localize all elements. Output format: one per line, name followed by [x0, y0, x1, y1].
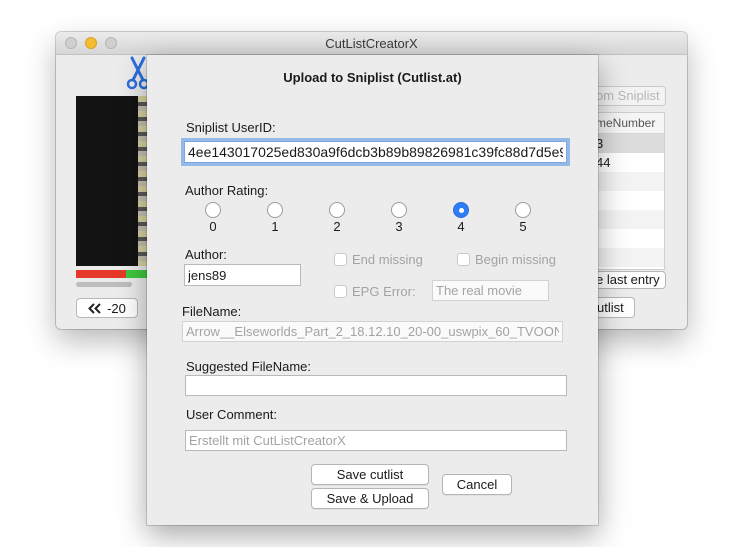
load-from-sniplist-button[interactable]: om Sniplist [596, 86, 666, 106]
table-row[interactable]: 44 [596, 153, 664, 172]
userid-label: Sniplist UserID: [186, 120, 276, 135]
rating-5-label: 5 [519, 219, 527, 234]
video-preview[interactable] [76, 96, 148, 266]
author-rating-label: Author Rating: [185, 183, 269, 198]
dialog-title: Upload to Sniplist (Cutlist.at) [283, 70, 462, 85]
cutlist-button[interactable]: utlist [597, 297, 635, 318]
author-field[interactable] [184, 264, 301, 286]
cut-timeline[interactable] [76, 270, 148, 278]
rating-4-label: 4 [457, 219, 465, 234]
rating-1-label: 1 [271, 219, 279, 234]
filename-field[interactable] [182, 321, 563, 342]
begin-missing-checkbox[interactable] [457, 253, 470, 266]
rating-0-radio[interactable] [205, 202, 221, 218]
begin-missing-label: Begin missing [475, 252, 556, 267]
table-row[interactable] [596, 248, 664, 267]
cut-list-table[interactable]: meNumber 3 44 [596, 112, 665, 270]
epg-error-checkbox[interactable] [334, 285, 347, 298]
userid-field[interactable] [184, 141, 567, 163]
suggested-filename-label: Suggested FileName: [186, 359, 312, 374]
author-label: Author: [185, 247, 227, 262]
save-and-upload-button[interactable]: Save & Upload [311, 488, 429, 509]
rating-3-radio[interactable] [391, 202, 407, 218]
title-bar[interactable]: CutListCreatorX [56, 32, 687, 55]
rating-5-radio[interactable] [515, 202, 531, 218]
table-row[interactable] [596, 210, 664, 229]
rating-2-radio[interactable] [329, 202, 345, 218]
end-missing-checkbox[interactable] [334, 253, 347, 266]
table-row[interactable] [596, 229, 664, 248]
table-row[interactable] [596, 172, 664, 191]
skip-back-label: -20 [107, 300, 126, 316]
table-row[interactable]: 3 [596, 134, 664, 153]
rating-0-label: 0 [209, 219, 217, 234]
suggested-filename-field[interactable] [185, 375, 567, 396]
epg-error-label: EPG Error: [352, 284, 416, 299]
rating-1-radio[interactable] [267, 202, 283, 218]
cancel-button[interactable]: Cancel [442, 474, 512, 495]
filename-label: FileName: [182, 304, 242, 319]
delete-last-entry-button[interactable]: e last entry [596, 271, 666, 289]
table-row[interactable] [596, 191, 664, 210]
window-title: CutListCreatorX [325, 36, 418, 51]
frame-number-column-header[interactable]: meNumber [596, 113, 664, 134]
save-cutlist-button[interactable]: Save cutlist [311, 464, 429, 485]
rating-3-label: 3 [395, 219, 403, 234]
end-missing-label: End missing [352, 252, 423, 267]
epg-error-field[interactable] [432, 280, 549, 301]
rating-4-radio[interactable] [453, 202, 469, 218]
skip-back-button[interactable]: -20 [76, 298, 138, 318]
rating-2-label: 2 [333, 219, 341, 234]
double-chevron-left-icon [88, 302, 101, 314]
user-comment-label: User Comment: [186, 407, 278, 422]
upload-dialog: Upload to Sniplist (Cutlist.at) Sniplist… [147, 55, 598, 525]
position-scrubber[interactable] [76, 282, 132, 287]
user-comment-field[interactable] [185, 430, 567, 451]
